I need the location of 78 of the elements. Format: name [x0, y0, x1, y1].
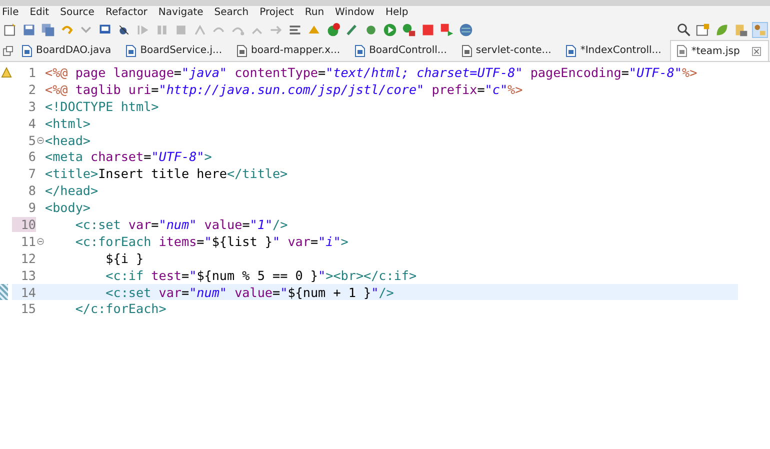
menu-item[interactable]: Navigate — [158, 7, 204, 18]
warning-icon — [0, 67, 12, 78]
line-number: 15 — [20, 301, 36, 316]
code-line: <%@ page language="java" contentType="text/html; charset=UTF-8" pageEncoding="UTF-8"%> — [45, 64, 698, 80]
code-line: <html> — [45, 116, 90, 131]
code-line: <!DOCTYPE html> — [45, 98, 159, 114]
open-perspective-icon[interactable] — [696, 23, 710, 37]
menu-item[interactable]: Run — [304, 7, 324, 18]
file-icon — [566, 44, 576, 56]
tab-label: board-mapper.x... — [251, 45, 340, 56]
file-icon — [126, 44, 136, 56]
tab-label: BoardControll... — [369, 45, 447, 56]
menu-item[interactable]: File — [2, 7, 19, 18]
line-number: 1 — [27, 64, 36, 80]
save-icon[interactable] — [22, 23, 36, 37]
line-number: 7 — [27, 166, 36, 182]
editor-tab[interactable]: BoardService.j... — [120, 40, 230, 61]
leaf-icon[interactable] — [715, 23, 729, 37]
editor-tab[interactable]: *team.jsp — [670, 40, 769, 61]
line-number: 2 — [27, 82, 36, 97]
file-icon — [237, 44, 248, 56]
stop-icon[interactable] — [421, 23, 435, 37]
menu-item[interactable]: Source — [60, 7, 94, 18]
code-line: <c:forEach items="${list }" var="i"> — [74, 234, 348, 249]
code-line: <title>Insert title here</title> — [45, 166, 288, 182]
undo-icon[interactable] — [60, 23, 74, 37]
restore-icon[interactable] — [2, 44, 14, 56]
close-icon[interactable] — [752, 46, 761, 56]
line-number: 8 — [27, 183, 36, 198]
new-file-icon[interactable] — [3, 23, 17, 37]
search-icon[interactable] — [677, 23, 691, 37]
editor-tab[interactable]: BoardDAO.java — [16, 40, 118, 61]
menu-item[interactable]: Edit — [30, 7, 50, 18]
tab-label: BoardService.j... — [140, 45, 222, 56]
code-line: <meta charset="UTF-8"> — [45, 149, 212, 164]
menu-item[interactable]: Window — [335, 7, 374, 18]
editor-tab[interactable]: BoardControll... — [349, 40, 454, 61]
change-marker — [0, 284, 8, 300]
line-number: 10 — [12, 216, 36, 232]
collapse-icon[interactable] — [37, 238, 44, 245]
editor-tab[interactable]: servlet-conte... — [456, 40, 558, 61]
code-line: ${i } — [104, 250, 144, 266]
tab-label: *IndexControll... — [580, 45, 662, 56]
tab-label: BoardDAO.java — [36, 45, 112, 56]
code-line: </head> — [45, 183, 98, 198]
menu-item[interactable]: Project — [260, 7, 294, 18]
line-number: 13 — [20, 268, 36, 283]
line-number: 5 — [27, 132, 36, 148]
line-number: 11 — [20, 234, 36, 249]
menu-item[interactable]: Search — [214, 7, 249, 18]
editor-tab[interactable]: *IndexControll... — [560, 40, 668, 61]
menu-item[interactable]: Help — [385, 7, 408, 18]
code-line: <c:set var="num" value="${num + 1 }"/> — [104, 284, 394, 300]
code-line: <head> — [45, 132, 90, 148]
line-number: 4 — [27, 116, 36, 131]
file-icon — [677, 45, 688, 57]
tab-label: *team.jsp — [691, 46, 740, 56]
line-number: 9 — [27, 200, 36, 216]
line-number: 12 — [20, 250, 36, 266]
tab-label: servlet-conte... — [476, 45, 552, 56]
file-icon — [22, 44, 32, 56]
code-line: <%@ taglib uri="http://java.sun.com/jsp/jstl/core" prefix="c"%> — [45, 82, 523, 97]
file-icon — [355, 44, 366, 56]
line-number: 14 — [20, 284, 36, 300]
globe-icon[interactable] — [459, 23, 473, 37]
collapse-icon[interactable] — [37, 136, 44, 144]
code-line: </c:forEach> — [74, 301, 166, 316]
code-line: <c:set var="num" value="1"/> — [74, 216, 288, 232]
menu-item[interactable]: Refactor — [105, 7, 148, 18]
file-icon — [462, 44, 472, 56]
run-icon[interactable] — [383, 23, 397, 37]
line-number: 3 — [27, 98, 36, 114]
save-all-icon[interactable] — [41, 23, 55, 37]
code-line: <body> — [45, 200, 90, 216]
format-icon[interactable] — [288, 23, 302, 37]
code-line: <c:if test="${num % 5 == 0 }"><br></c:if> — [104, 268, 417, 283]
line-number: 6 — [27, 149, 36, 164]
editor-tab[interactable]: board-mapper.x... — [231, 40, 348, 61]
